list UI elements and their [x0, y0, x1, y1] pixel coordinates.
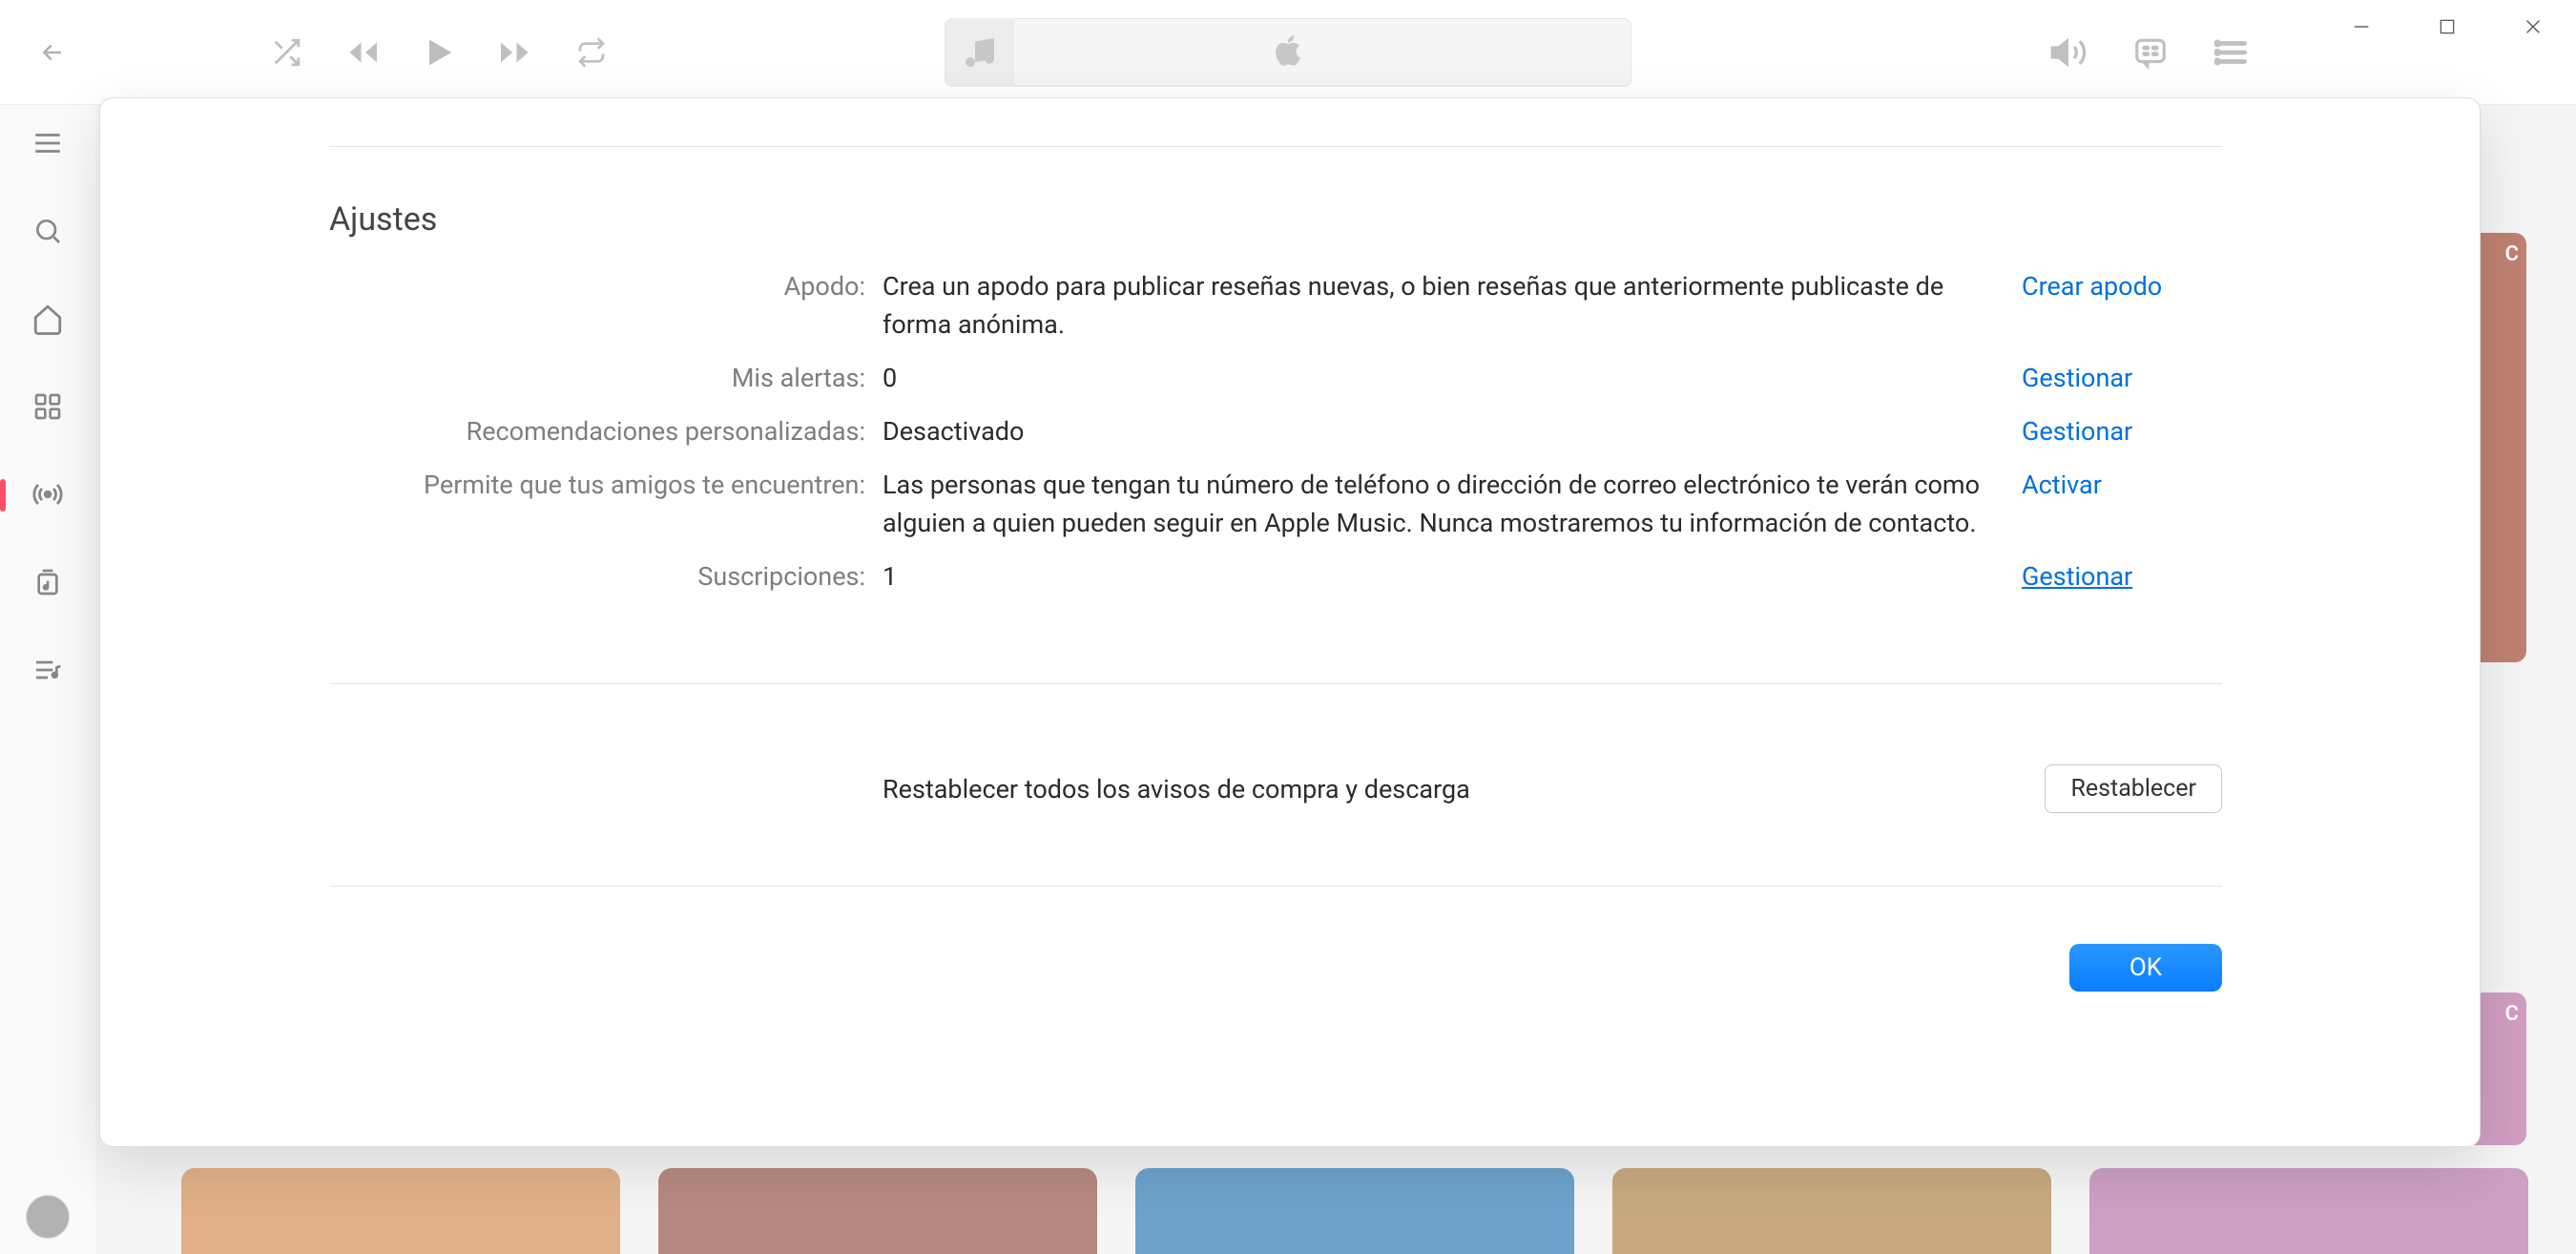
playlists-icon[interactable] [27, 649, 69, 691]
row-value: 1 [883, 557, 2022, 596]
library-icon[interactable] [27, 561, 69, 603]
row-label: Suscripciones: [329, 557, 883, 596]
avatar[interactable] [26, 1195, 70, 1239]
shuffle-icon[interactable] [267, 33, 305, 72]
row-label: Apodo: [329, 267, 883, 305]
row-findable: Permite que tus amigos te encuentren: La… [329, 466, 2222, 542]
search-icon[interactable] [27, 210, 69, 252]
row-reset: Restablecer todos los avisos de compra y… [329, 764, 2222, 813]
background-card-1: C [2473, 233, 2526, 662]
manage-subscriptions-link[interactable]: Gestionar [2022, 557, 2222, 596]
row-value: Desactivado [883, 412, 2022, 450]
window-close-button[interactable] [2490, 0, 2576, 52]
settings-modal: Ajustes Apodo: Crea un apodo para public… [99, 97, 2481, 1147]
tile [1612, 1168, 2051, 1254]
window-maximize-button[interactable] [2404, 0, 2490, 52]
browse-icon[interactable] [27, 386, 69, 428]
create-nickname-link[interactable]: Crear apodo [2022, 267, 2222, 305]
manage-alerts-link[interactable]: Gestionar [2022, 359, 2222, 397]
row-nickname: Apodo: Crea un apodo para publicar reseñ… [329, 267, 2222, 344]
play-icon[interactable] [420, 33, 458, 72]
queue-icon[interactable] [2213, 33, 2252, 72]
sidebar [0, 105, 95, 1254]
tile [2089, 1168, 2528, 1254]
music-note-icon [945, 18, 1014, 87]
window-minimize-button[interactable] [2318, 0, 2404, 52]
row-label: Recomendaciones personalizadas: [329, 412, 883, 450]
activate-findable-link[interactable]: Activar [2022, 466, 2222, 504]
apple-logo-icon [1270, 32, 1306, 73]
reset-label: Restablecer todos los avisos de compra y… [883, 774, 2045, 805]
back-button[interactable] [29, 29, 76, 76]
row-value: 0 [883, 359, 2022, 397]
manage-recommendations-link[interactable]: Gestionar [2022, 412, 2222, 450]
row-value: Las personas que tengan tu número de tel… [883, 466, 2022, 542]
lyrics-icon[interactable] [2131, 33, 2170, 72]
menu-icon[interactable] [27, 122, 69, 164]
row-subscriptions: Suscripciones: 1 Gestionar [329, 557, 2222, 596]
next-track-icon[interactable] [496, 33, 534, 72]
previous-track-icon[interactable] [343, 33, 382, 72]
reset-button[interactable]: Restablecer [2045, 764, 2222, 813]
row-label: Mis alertas: [329, 359, 883, 397]
modal-title: Ajustes [329, 200, 2222, 239]
row-alerts: Mis alertas: 0 Gestionar [329, 359, 2222, 397]
tile [181, 1168, 620, 1254]
repeat-icon[interactable] [572, 33, 611, 72]
row-label: Permite que tus amigos te encuentren: [329, 466, 883, 504]
row-value: Crea un apodo para publicar reseñas nuev… [883, 267, 2022, 344]
background-card-2: C [2473, 993, 2526, 1145]
top-playback-bar [0, 0, 2576, 105]
radio-icon[interactable] [27, 473, 69, 515]
background-tiles [181, 1168, 2528, 1254]
row-recommendations: Recomendaciones personalizadas: Desactiv… [329, 412, 2222, 450]
tile [1135, 1168, 1574, 1254]
home-icon[interactable] [27, 298, 69, 340]
ok-button[interactable]: OK [2069, 944, 2222, 992]
tile [658, 1168, 1097, 1254]
volume-icon[interactable] [2049, 33, 2088, 72]
now-playing-display [945, 18, 1631, 87]
